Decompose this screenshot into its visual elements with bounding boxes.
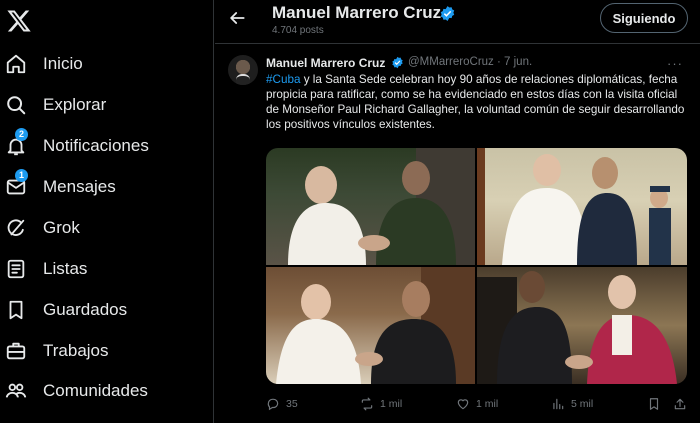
tweet-photo-3[interactable]: [266, 267, 475, 384]
sidebar-item-listas[interactable]: Listas: [0, 251, 210, 287]
photo-illustration: [276, 267, 475, 384]
sidebar-item-comunidades[interactable]: Comunidades: [0, 373, 210, 409]
list-icon: [7, 259, 25, 279]
sidebar-item-label: Notificaciones: [43, 136, 149, 155]
reply-count: 35: [286, 398, 298, 410]
tweet-photo-2[interactable]: [477, 148, 687, 265]
bookmark-icon: [9, 300, 23, 320]
x-logo-icon[interactable]: [6, 8, 32, 34]
like-count: 1 mil: [476, 398, 499, 410]
sidebar-item-explorar[interactable]: Explorar: [0, 87, 210, 123]
tweet-photo-1[interactable]: [266, 148, 475, 265]
post-count: 4.704 posts: [272, 25, 324, 36]
sidebar: Inicio Explorar 2 Notificaciones 1 Mensa…: [0, 0, 214, 423]
reply-button[interactable]: 35: [266, 396, 298, 412]
share-icon: [674, 398, 686, 410]
more-options-icon[interactable]: ···: [667, 56, 683, 71]
tweet-author-name[interactable]: Manuel Marrero Cruz: [266, 56, 385, 70]
photo-illustration: [288, 148, 475, 265]
avatar[interactable]: [228, 55, 258, 85]
repost-count: 1 mil: [380, 398, 403, 410]
home-icon: [6, 54, 26, 74]
sidebar-item-label: Comunidades: [43, 381, 148, 400]
sidebar-item-label: Guardados: [43, 300, 128, 319]
profile-header: Manuel Marrero Cruz 4.704 posts Siguiend…: [215, 0, 700, 44]
sidebar-item-label: Explorar: [43, 95, 107, 114]
notification-badge: 2: [15, 128, 28, 141]
hashtag-link[interactable]: #Cuba: [266, 73, 300, 86]
views-icon: [553, 398, 564, 410]
following-button[interactable]: Siguiendo: [600, 3, 688, 33]
sidebar-item-label: Trabajos: [43, 341, 109, 360]
reply-icon: [267, 398, 279, 411]
verified-badge-icon: [440, 6, 455, 21]
tweet-meta: @MMarreroCruz · 7 jun.: [408, 56, 532, 68]
tweet-body: y la Santa Sede celebran hoy 90 años de …: [266, 73, 685, 131]
sidebar-item-label: Grok: [43, 218, 80, 237]
photo-illustration: [477, 271, 677, 384]
sidebar-item-label: Inicio: [43, 54, 83, 73]
sidebar-item-inicio[interactable]: Inicio: [0, 46, 210, 82]
views-button[interactable]: 5 mil: [551, 396, 593, 412]
bookmark-icon: [649, 398, 659, 410]
sidebar-item-grok[interactable]: Grok: [0, 210, 210, 246]
repost-icon: [361, 397, 373, 411]
view-count: 5 mil: [571, 398, 594, 410]
profile-name: Manuel Marrero Cruz: [272, 3, 442, 22]
repost-button[interactable]: 1 mil: [360, 396, 402, 412]
briefcase-icon: [6, 342, 26, 360]
bookmark-button[interactable]: [647, 396, 667, 412]
tweet-photo-4[interactable]: [477, 267, 687, 384]
sidebar-item-notificaciones[interactable]: 2 Notificaciones: [0, 128, 210, 164]
share-button[interactable]: [673, 396, 693, 412]
back-arrow-icon[interactable]: [227, 8, 247, 28]
like-button[interactable]: 1 mil: [456, 396, 498, 412]
tweet-handle[interactable]: @MMarreroCruz: [408, 56, 494, 68]
sidebar-item-label: Listas: [43, 259, 88, 278]
message-badge: 1: [15, 169, 28, 182]
sidebar-item-mensajes[interactable]: 1 Mensajes: [0, 169, 210, 205]
grok-icon: [7, 219, 25, 236]
heart-icon: [457, 399, 469, 410]
verified-badge-icon: [392, 56, 403, 69]
tweet-media-grid: [266, 148, 687, 384]
sidebar-item-label: Mensajes: [43, 177, 116, 196]
sidebar-item-guardados[interactable]: Guardados: [0, 292, 210, 328]
tweet-text: #Cuba y la Santa Sede celebran hoy 90 añ…: [266, 72, 686, 132]
communities-icon: [5, 383, 27, 398]
sidebar-item-trabajos[interactable]: Trabajos: [0, 333, 210, 369]
tweet-date[interactable]: · 7 jun.: [497, 56, 532, 68]
photo-illustration: [477, 148, 671, 265]
search-icon: [7, 96, 26, 115]
